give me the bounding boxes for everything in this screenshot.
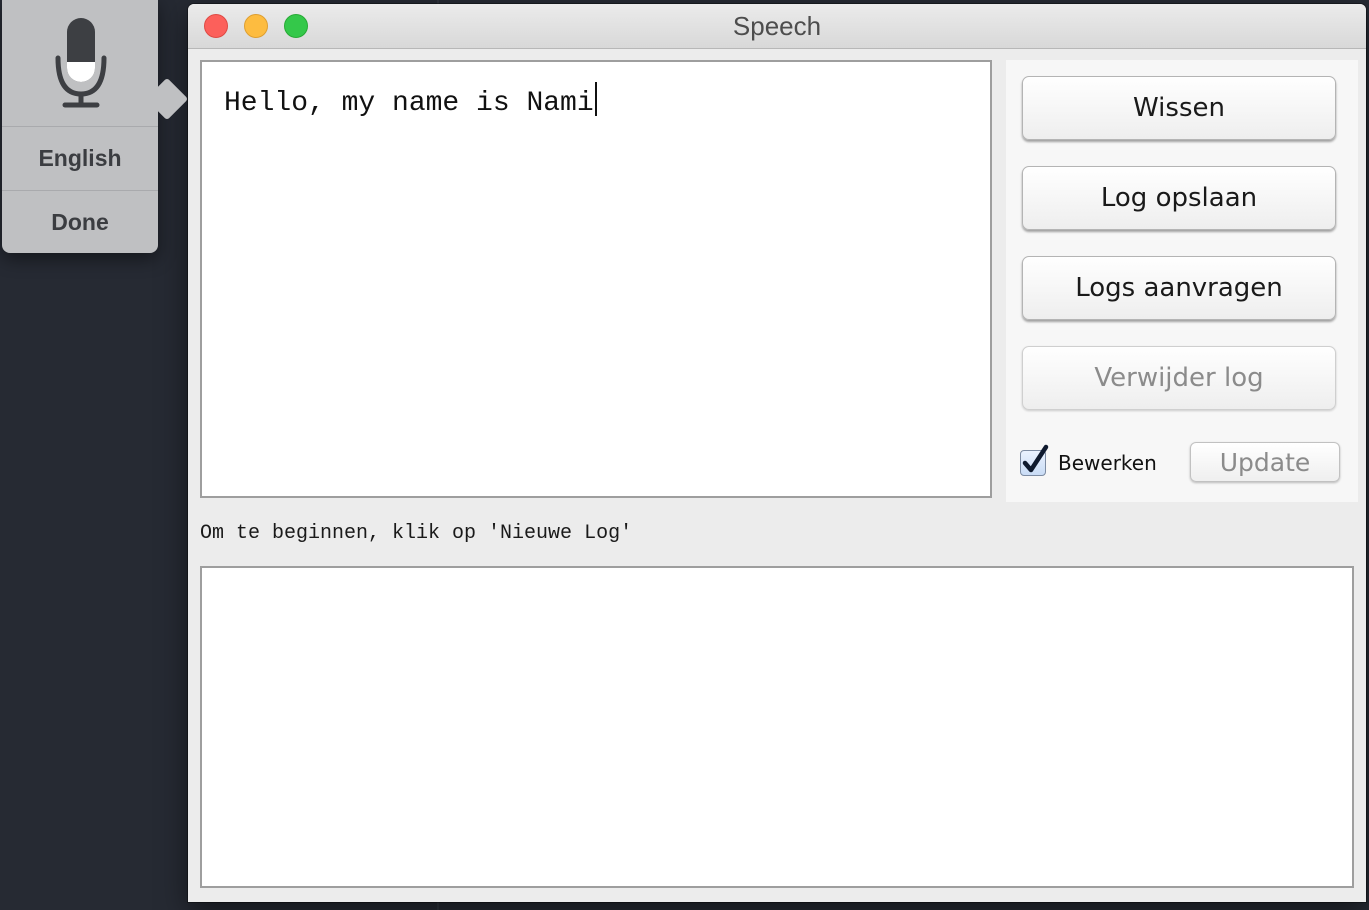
update-button[interactable]: Update <box>1190 442 1340 482</box>
save-log-button[interactable]: Log opslaan <box>1022 166 1336 230</box>
window-title: Speech <box>732 11 822 41</box>
dictation-mic-area[interactable] <box>2 0 158 126</box>
speech-window: Speech Hello, my name is Nami Wissen Log… <box>188 4 1366 902</box>
edit-toggle[interactable]: Bewerken <box>1020 444 1157 480</box>
clear-button[interactable]: Wissen <box>1022 76 1336 140</box>
title-bar[interactable]: Speech <box>188 4 1366 49</box>
text-caret <box>594 82 597 116</box>
edit-checkbox[interactable] <box>1020 444 1049 476</box>
speech-text: Hello, my name is Nami <box>224 82 597 119</box>
edit-checkbox-label: Bewerken <box>1058 451 1157 475</box>
status-text: Om te beginnen, klik op 'Nieuwe Log' <box>200 522 633 545</box>
delete-log-button[interactable]: Verwijder log <box>1022 346 1336 410</box>
done-button[interactable]: Done <box>2 190 158 253</box>
speech-text-content: Hello, my name is Nami <box>224 88 594 119</box>
request-logs-button[interactable]: Logs aanvragen <box>1022 256 1336 320</box>
microphone-icon <box>55 18 107 108</box>
dictation-popover: English Done <box>2 0 189 253</box>
speech-text-area[interactable]: Hello, my name is Nami <box>200 60 992 498</box>
log-text-area[interactable] <box>200 566 1354 888</box>
side-panel: Wissen Log opslaan Logs aanvragen Verwij… <box>1006 60 1358 502</box>
language-selector[interactable]: English <box>2 126 158 189</box>
checkmark-icon <box>1022 444 1049 473</box>
